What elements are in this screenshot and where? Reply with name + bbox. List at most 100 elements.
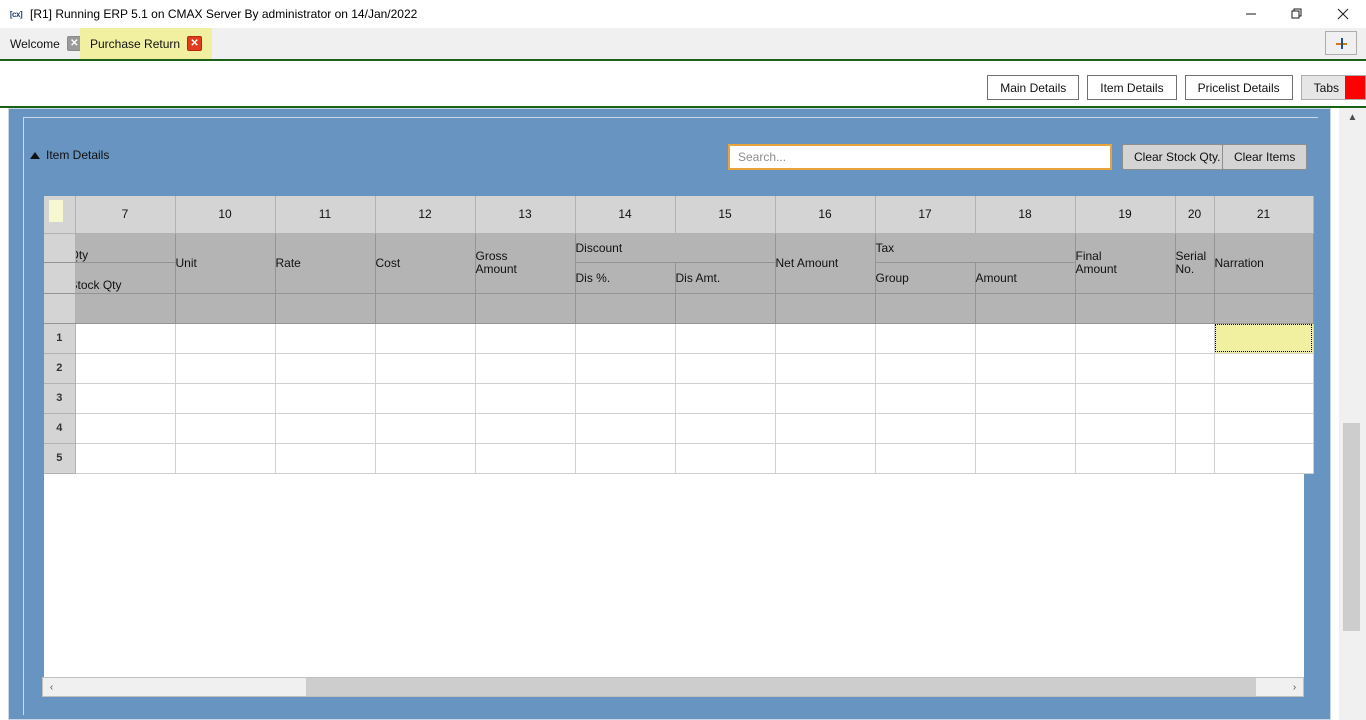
cell-3-final-amount[interactable] <box>1075 383 1176 414</box>
minimize-button[interactable] <box>1228 0 1274 28</box>
grid-colnum-11[interactable]: 11 <box>275 196 376 234</box>
cell-3-tax-amount[interactable] <box>975 383 1076 414</box>
cell-5-unit[interactable] <box>175 443 276 474</box>
h-scroll-thumb[interactable] <box>306 678 1256 696</box>
cell-1-discount-pct[interactable] <box>575 323 676 354</box>
cell-1-tax-group[interactable] <box>875 323 976 354</box>
cell-2-serial-no[interactable] <box>1175 353 1215 384</box>
cell-3-cost[interactable] <box>375 383 476 414</box>
cell-4-qty[interactable] <box>75 413 176 444</box>
cell-2-tax-group[interactable] <box>875 353 976 384</box>
item-details-button[interactable]: Item Details <box>1087 75 1177 100</box>
table-row[interactable]: 1 <box>44 323 1314 354</box>
grid-corner-cell[interactable] <box>44 196 76 234</box>
grid-header-narration[interactable]: Narration <box>1214 233 1314 294</box>
tabs-button[interactable]: Tabs <box>1300 75 1366 100</box>
grid-colnum-7[interactable]: 7 <box>75 196 176 234</box>
grid-filter-tax-group[interactable] <box>875 293 976 324</box>
cell-4-cost[interactable] <box>375 413 476 444</box>
cell-1-final-amount[interactable] <box>1075 323 1176 354</box>
grid-subheader-stock-qty[interactable]: Stock Qty <box>75 262 176 294</box>
v-scroll-thumb[interactable] <box>1343 423 1360 631</box>
grid-filter-final-amount[interactable] <box>1075 293 1176 324</box>
search-input[interactable]: Search... <box>728 144 1112 170</box>
grid-subheader-tax-group[interactable]: Group <box>875 262 976 294</box>
grid-header-rate[interactable]: Rate <box>275 233 376 294</box>
cell-5-cost[interactable] <box>375 443 476 474</box>
cell-3-tax-group[interactable] <box>875 383 976 414</box>
add-tab-button[interactable] <box>1325 31 1357 55</box>
cell-5-qty[interactable] <box>75 443 176 474</box>
cell-3-net-amount[interactable] <box>775 383 876 414</box>
cell-3-qty[interactable] <box>75 383 176 414</box>
main-details-button[interactable]: Main Details <box>987 75 1080 100</box>
close-button[interactable] <box>1320 0 1366 28</box>
cell-4-unit[interactable] <box>175 413 276 444</box>
grid-filter-net-amount[interactable] <box>775 293 876 324</box>
cell-4-tax-group[interactable] <box>875 413 976 444</box>
row-header-5[interactable]: 5 <box>44 443 76 474</box>
cell-2-tax-amount[interactable] <box>975 353 1076 384</box>
cell-4-narration[interactable] <box>1214 413 1314 444</box>
cell-1-cost[interactable] <box>375 323 476 354</box>
cell-3-gross-amount[interactable] <box>475 383 576 414</box>
grid-filter-serial-no[interactable] <box>1175 293 1215 324</box>
grid-header-net-amount[interactable]: Net Amount <box>775 233 876 294</box>
cell-2-gross-amount[interactable] <box>475 353 576 384</box>
cell-2-cost[interactable] <box>375 353 476 384</box>
cell-5-narration[interactable] <box>1214 443 1314 474</box>
cell-1-discount-amt[interactable] <box>675 323 776 354</box>
grid-colnum-15[interactable]: 15 <box>675 196 776 234</box>
cell-4-gross-amount[interactable] <box>475 413 576 444</box>
table-row[interactable]: 2 <box>44 353 1314 384</box>
grid-colnum-18[interactable]: 18 <box>975 196 1076 234</box>
cell-5-net-amount[interactable] <box>775 443 876 474</box>
cell-2-unit[interactable] <box>175 353 276 384</box>
cell-4-discount-amt[interactable] <box>675 413 776 444</box>
row-header-4[interactable]: 4 <box>44 413 76 444</box>
cell-3-serial-no[interactable] <box>1175 383 1215 414</box>
grid-colnum-13[interactable]: 13 <box>475 196 576 234</box>
grid-colnum-10[interactable]: 10 <box>175 196 276 234</box>
row-header-2[interactable]: 2 <box>44 353 76 384</box>
collapse-caret-icon[interactable] <box>30 151 40 159</box>
cell-3-narration[interactable] <box>1214 383 1314 414</box>
tab-welcome[interactable]: Welcome ✕ <box>0 28 92 59</box>
grid-header-gross-amount[interactable]: Gross Amount <box>475 233 576 294</box>
clear-items-button[interactable]: Clear Items <box>1222 144 1308 170</box>
cell-1-narration-selected[interactable] <box>1214 323 1314 354</box>
grid-filter-gross-amount[interactable] <box>475 293 576 324</box>
grid-header-final-amount[interactable]: Final Amount <box>1075 233 1176 294</box>
grid-subheader-discount-amt[interactable]: Dis Amt. <box>675 262 776 294</box>
grid-filter-discount-pct[interactable] <box>575 293 676 324</box>
grid-filter-narration[interactable] <box>1214 293 1314 324</box>
table-row[interactable]: 4 <box>44 413 1314 444</box>
grid-colnum-14[interactable]: 14 <box>575 196 676 234</box>
cell-1-serial-no[interactable] <box>1175 323 1215 354</box>
grid-filter-rate[interactable] <box>275 293 376 324</box>
grid-filter-cost[interactable] <box>375 293 476 324</box>
grid-header-unit[interactable]: Unit <box>175 233 276 294</box>
grid-subheader-discount-pct[interactable]: Dis %. <box>575 262 676 294</box>
grid-filter-qty[interactable] <box>75 293 176 324</box>
cell-4-rate[interactable] <box>275 413 376 444</box>
cell-5-tax-group[interactable] <box>875 443 976 474</box>
row-header-3[interactable]: 3 <box>44 383 76 414</box>
cell-2-net-amount[interactable] <box>775 353 876 384</box>
item-details-section-header[interactable]: Item Details <box>30 148 109 162</box>
cell-5-tax-amount[interactable] <box>975 443 1076 474</box>
cell-1-tax-amount[interactable] <box>975 323 1076 354</box>
grid-subheader-tax-amount[interactable]: Amount <box>975 262 1076 294</box>
cell-3-discount-amt[interactable] <box>675 383 776 414</box>
cell-4-tax-amount[interactable] <box>975 413 1076 444</box>
cell-1-gross-amount[interactable] <box>475 323 576 354</box>
cell-5-rate[interactable] <box>275 443 376 474</box>
page-vertical-scrollbar[interactable]: ▲ <box>1339 108 1366 720</box>
cell-4-net-amount[interactable] <box>775 413 876 444</box>
cell-5-gross-amount[interactable] <box>475 443 576 474</box>
table-row[interactable]: 5 <box>44 443 1314 474</box>
cell-5-discount-amt[interactable] <box>675 443 776 474</box>
cell-2-narration[interactable] <box>1214 353 1314 384</box>
restore-button[interactable] <box>1274 0 1320 28</box>
cell-5-final-amount[interactable] <box>1075 443 1176 474</box>
